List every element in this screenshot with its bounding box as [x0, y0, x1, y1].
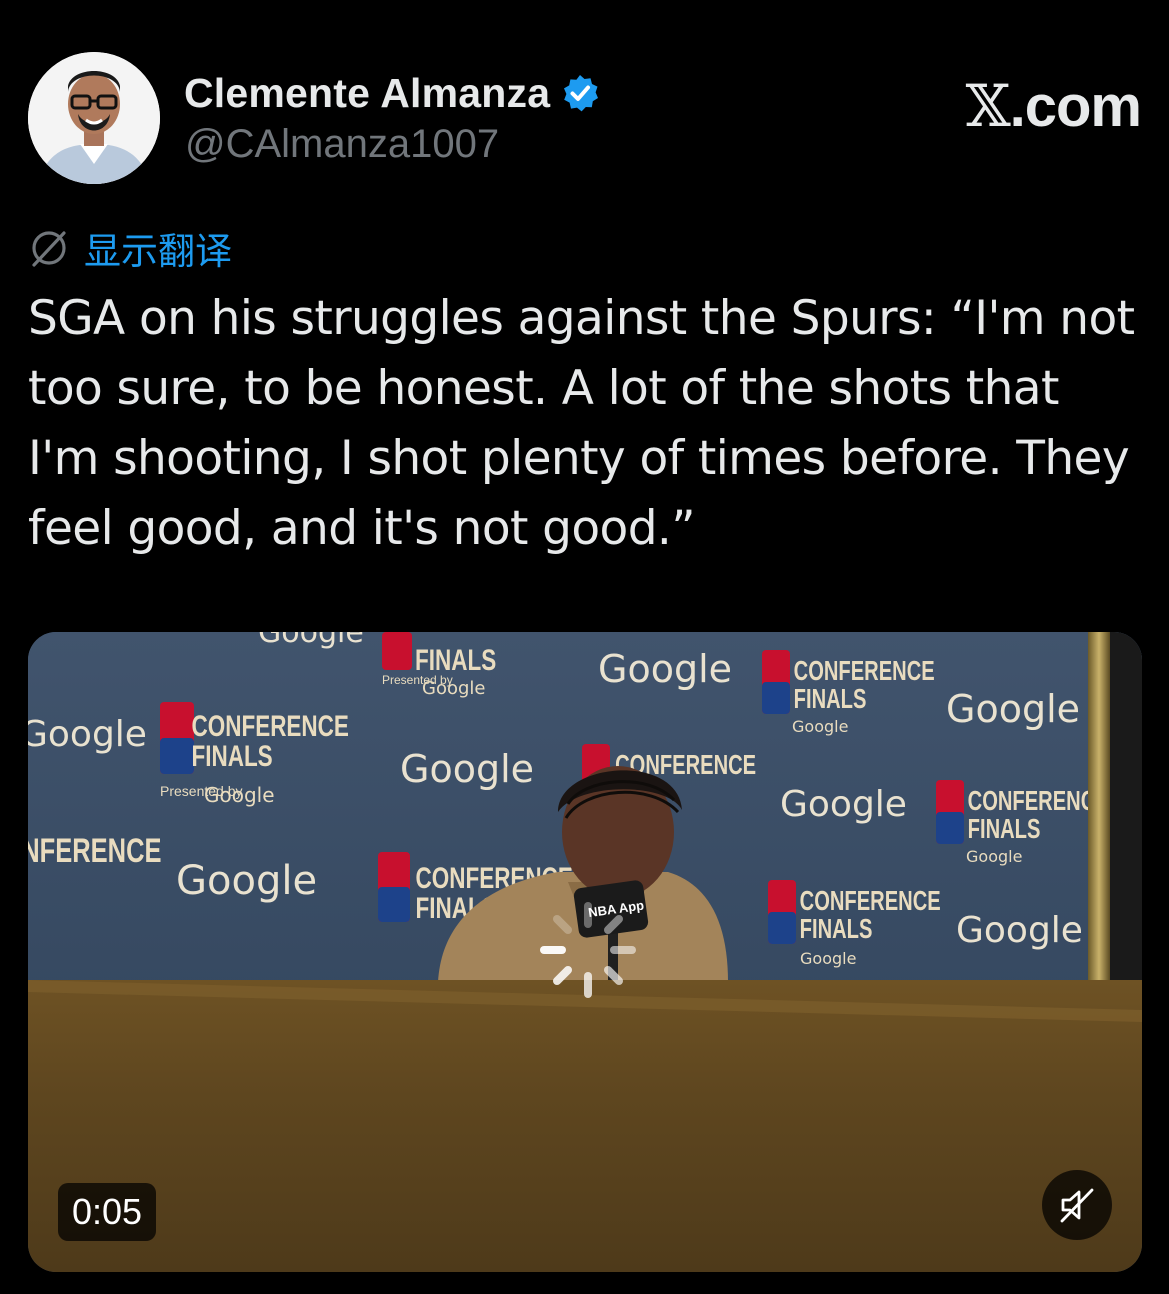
backdrop-google-small: Google — [966, 847, 1022, 866]
show-translation-link[interactable]: 显示翻译 — [84, 221, 232, 275]
backdrop-google-text: Google — [258, 632, 364, 650]
backdrop-google-small: Google — [792, 717, 848, 736]
name-row: Clemente Almanza — [184, 68, 600, 118]
x-logo-icon: 𝕏 — [965, 72, 1011, 140]
backdrop-event-text: FINALS — [968, 814, 1041, 845]
mute-toggle-button[interactable] — [1042, 1170, 1112, 1240]
backdrop-event-text: CONFERENCE — [968, 786, 1109, 817]
video-player[interactable]: Google Google Google Google Google Googl… — [28, 632, 1142, 1272]
backdrop-google-text: Google — [28, 714, 147, 755]
backdrop-google-small: Google — [422, 678, 485, 699]
backdrop-google-text: Google — [176, 858, 317, 904]
backdrop-event-text: FINALS — [794, 684, 867, 715]
backdrop-event-text: FINALS — [800, 914, 873, 945]
backdrop-event-text: FINALS — [192, 739, 273, 773]
speaker-muted-icon — [1060, 1188, 1094, 1223]
avatar[interactable] — [28, 52, 160, 184]
backdrop-google-text: Google — [780, 784, 907, 825]
site-logo-text: .com — [1009, 74, 1142, 139]
verified-badge-icon — [560, 73, 600, 113]
backdrop-event-text: FINALS — [415, 643, 496, 677]
display-name[interactable]: Clemente Almanza — [184, 70, 550, 117]
backdrop-event-text: CONFERENCE — [192, 709, 349, 743]
backdrop-event-text: CONFERENCE — [800, 886, 941, 917]
profile-photo — [28, 52, 160, 184]
translate-globe-icon — [28, 227, 70, 269]
backdrop-google-small: Google — [800, 949, 856, 968]
backdrop-google-text: Google — [400, 747, 534, 791]
backdrop-google-text: Google — [956, 910, 1083, 951]
backdrop-google-text: Google — [946, 687, 1080, 731]
video-duration-badge: 0:05 — [58, 1183, 157, 1241]
backdrop-google-text: Google — [598, 647, 732, 691]
backdrop-event-text: CONFERENCE — [28, 833, 161, 870]
user-handle[interactable]: @CAlmanza1007 — [185, 122, 499, 167]
backdrop-event-text: CONFERENCE — [794, 656, 935, 687]
backdrop-google-small: Google — [204, 783, 275, 807]
spinner-icon — [540, 902, 636, 998]
site-logo: 𝕏.com — [965, 72, 1142, 140]
tweet-header: Clemente Almanza @CAlmanza1007 𝕏.com — [28, 52, 1142, 188]
translate-row[interactable]: 显示翻译 — [28, 221, 232, 275]
tweet-text: SGA on his struggles against the Spurs: … — [28, 291, 1135, 556]
